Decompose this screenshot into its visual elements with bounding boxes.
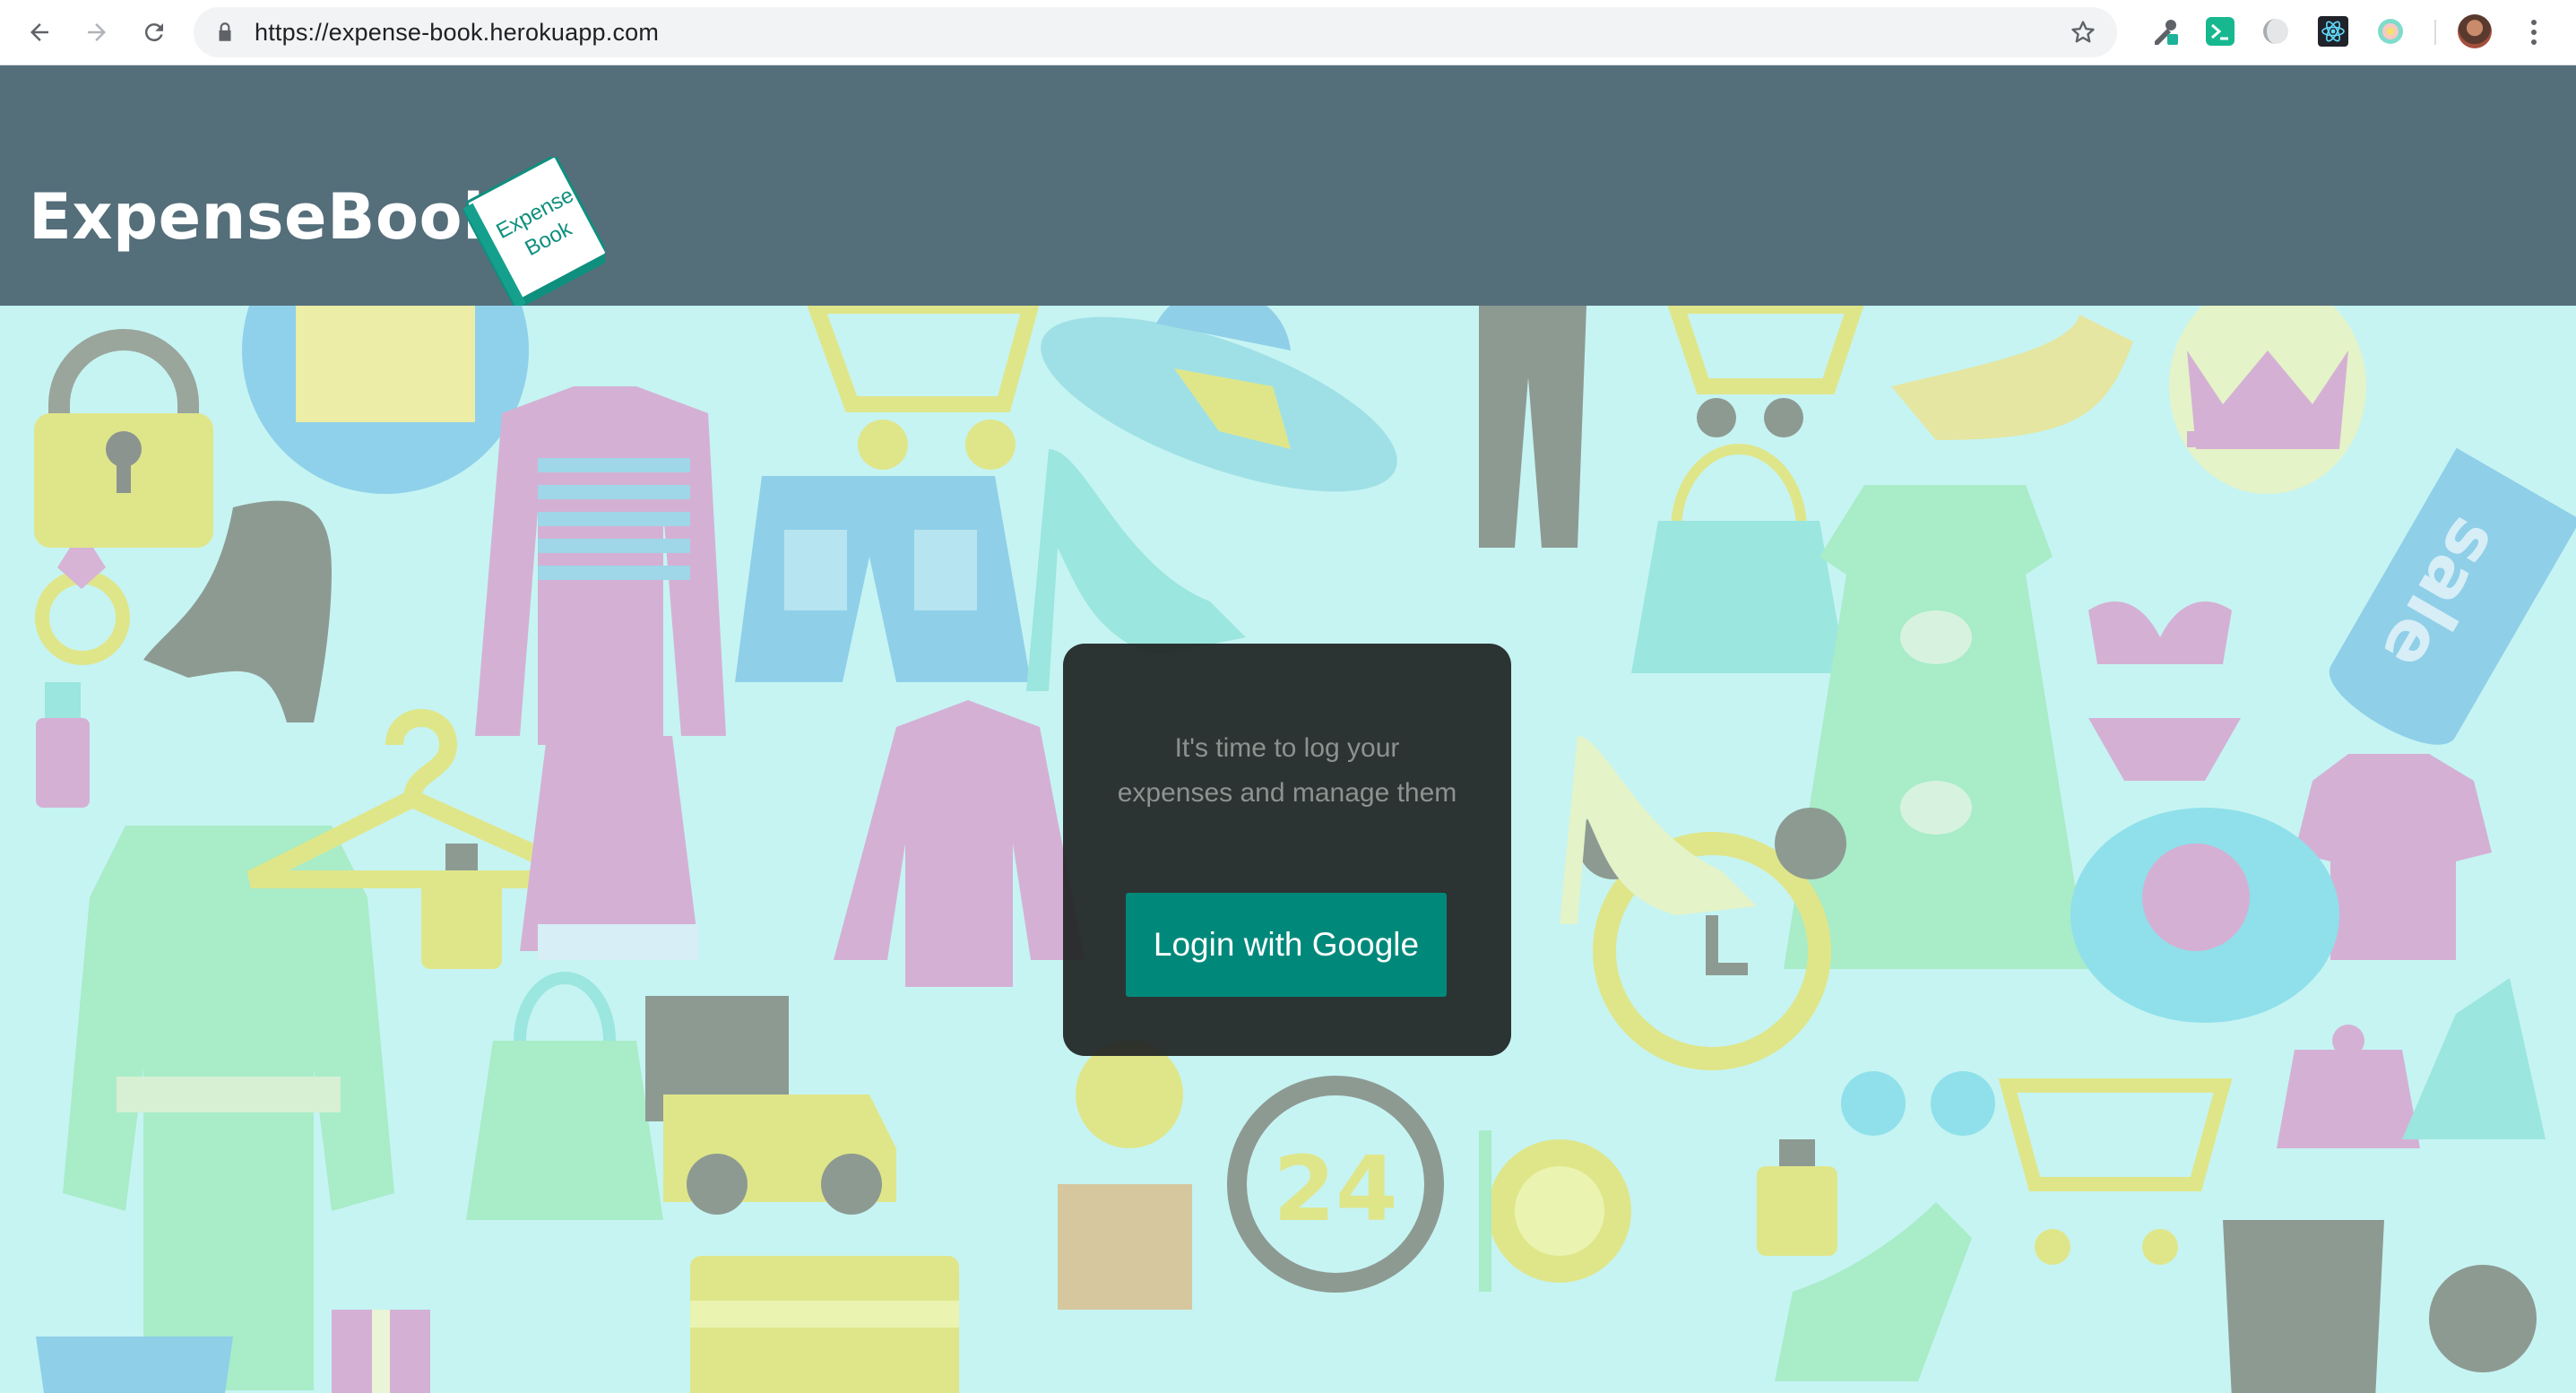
perfume-icon-2 xyxy=(1757,1139,1837,1256)
shorts-icon xyxy=(735,476,1031,682)
plate-icon xyxy=(1479,1130,1631,1292)
gift-icon xyxy=(332,1310,430,1393)
dark-reader-icon[interactable] xyxy=(2260,16,2291,47)
frame-icon xyxy=(242,306,529,494)
24-hour-icon: 24 xyxy=(1227,1076,1444,1293)
arrow-right-icon xyxy=(88,23,106,41)
profile-avatar[interactable] xyxy=(2458,14,2492,48)
shoe-icon xyxy=(1891,315,2133,440)
book-logo-icon: Expense Book xyxy=(462,157,605,309)
jacket-icon xyxy=(834,700,1085,987)
credit-card-icon xyxy=(690,1256,959,1393)
person-icon xyxy=(1058,1041,1192,1310)
ring-icon xyxy=(35,548,130,665)
login-with-google-button[interactable]: Login with Google xyxy=(1126,893,1447,997)
earrings-icon xyxy=(1841,1071,1995,1136)
handbag-icon xyxy=(1631,444,1846,673)
skirt-icon xyxy=(520,736,699,960)
truck-icon xyxy=(645,996,896,1215)
sale-tag-icon: sale xyxy=(2329,447,2576,745)
url-text: https://expense-book.herokuapp.com xyxy=(255,19,660,46)
browser-toolbar: https://expense-book.herokuapp.com xyxy=(0,0,2576,65)
sweater-icon xyxy=(475,386,726,745)
reload-button[interactable] xyxy=(134,13,174,52)
arrow-left-icon xyxy=(30,23,48,41)
floppy-hat-icon xyxy=(2070,808,2339,1023)
terminal-extension-icon[interactable] xyxy=(2205,16,2235,47)
dress-icon xyxy=(1784,485,2088,969)
address-bar[interactable]: https://expense-book.herokuapp.com xyxy=(194,7,2117,57)
basket-icon xyxy=(1998,1078,2233,1265)
padlock-icon xyxy=(34,329,213,548)
purse-icon xyxy=(2277,1025,2420,1148)
nail-polish-icon xyxy=(36,682,90,808)
lock-icon xyxy=(219,22,231,41)
jeans-icon xyxy=(2223,1220,2384,1393)
reload-icon xyxy=(144,23,163,42)
tote-icon xyxy=(466,972,663,1220)
more-vert-icon[interactable] xyxy=(2520,14,2547,50)
pot-icon xyxy=(2429,1265,2537,1372)
back-button[interactable] xyxy=(20,13,59,52)
perfume-icon xyxy=(421,844,502,969)
colorzilla-icon[interactable] xyxy=(2375,16,2406,47)
sandal-icon xyxy=(2402,978,2546,1139)
app-header: ExpenseBook Expense Book xyxy=(0,65,2576,309)
login-card: It's time to log your expenses and manag… xyxy=(1063,644,1511,1056)
color-picker-icon[interactable] xyxy=(2149,16,2180,47)
24-text: 24 xyxy=(1273,1137,1397,1242)
toolbar-separator xyxy=(2434,20,2436,45)
cart-icon xyxy=(807,306,1040,470)
react-devtools-icon[interactable] xyxy=(2318,16,2348,47)
trousers-icon xyxy=(1479,306,1586,548)
login-tagline: It's time to log your expenses and manag… xyxy=(1117,733,1457,808)
coat-icon xyxy=(63,826,394,1390)
bikini-icon xyxy=(2088,601,2241,781)
crown-icon xyxy=(2169,306,2366,494)
cart-icon-2 xyxy=(1667,306,1864,437)
app-title: ExpenseBook xyxy=(29,180,506,254)
shirt-icon xyxy=(36,1337,233,1393)
bookmark-star-icon[interactable] xyxy=(2069,18,2097,47)
forward-button[interactable] xyxy=(77,13,117,52)
